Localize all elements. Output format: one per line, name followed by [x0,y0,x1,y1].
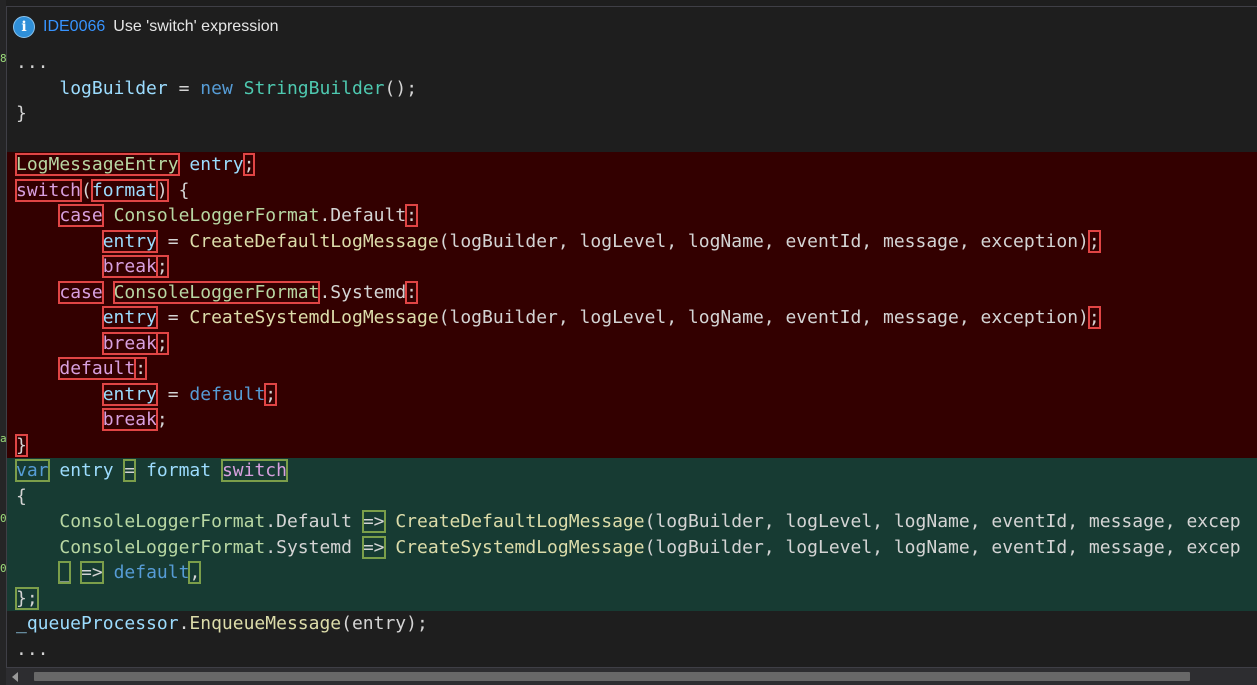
removed-code-line: LogMessageEntry entry; [7,152,1257,178]
horizontal-scrollbar[interactable] [6,667,1257,685]
code-line: } [16,103,27,124]
removed-code-line: switch(format) { [7,177,1257,203]
code-line: ... [16,52,49,73]
added-code-line: ConsoleLoggerFormat.Default => CreateDef… [7,509,1257,535]
removed-code-line: entry = CreateSystemdLogMessage(logBuild… [7,305,1257,331]
removed-code-line: } [7,432,1257,458]
code-diff-preview: ... logBuilder = new StringBuilder(); } … [7,50,1257,662]
code-line: _queueProcessor.EnqueueMessage(entry); [16,613,428,634]
removed-code-line: case ConsoleLoggerFormat.Default: [7,203,1257,229]
added-code-line: { [7,483,1257,509]
added-code-line: _ => default, [7,560,1257,586]
removed-code-line: entry = CreateDefaultLogMessage(logBuild… [7,228,1257,254]
diagnostic-message: Use 'switch' expression [113,18,279,35]
scroll-left-icon[interactable] [12,672,18,682]
added-code-line: ConsoleLoggerFormat.Systemd => CreateSys… [7,534,1257,560]
diagnostic-id[interactable]: IDE0066 [43,18,105,36]
removed-code-line: break; [7,407,1257,433]
removed-code-line: case ConsoleLoggerFormat.Systemd: [7,279,1257,305]
removed-code-line: break; [7,330,1257,356]
added-code-line: var entry = format switch [7,458,1257,484]
removed-code-line: break; [7,254,1257,280]
info-icon: i [13,16,35,38]
code-line: ... [16,638,49,660]
scrollbar-thumb[interactable] [34,672,1190,681]
diagnostic-header: i IDE0066 Use 'switch' expression [7,7,1257,47]
quick-action-preview-popup: i IDE0066 Use 'switch' expression ... lo… [6,6,1257,685]
code-line: logBuilder = new StringBuilder(); [59,77,418,99]
added-code-line: }; [7,585,1257,611]
removed-code-line: entry = default; [7,381,1257,407]
removed-code-line: default: [7,356,1257,382]
